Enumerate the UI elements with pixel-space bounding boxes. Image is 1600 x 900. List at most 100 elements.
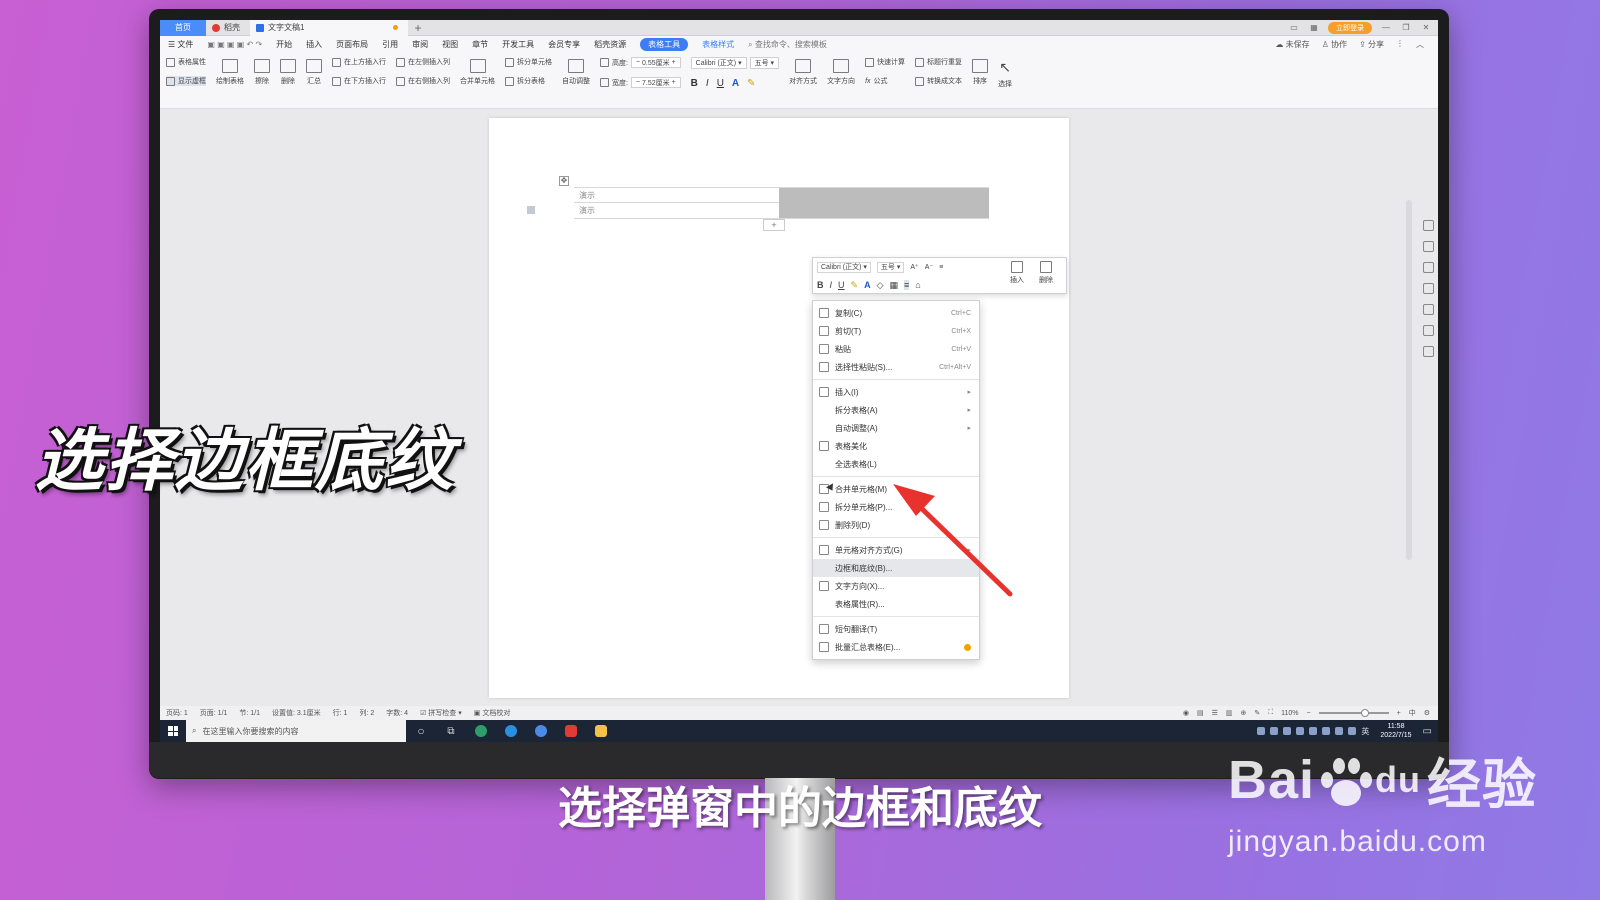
mini-highlight-button[interactable]: ✎ xyxy=(851,280,859,291)
mini-bold-button[interactable]: B xyxy=(817,280,824,290)
ctx-cell-align[interactable]: 单元格对齐方式(G) ▸ xyxy=(813,541,979,559)
taskbar-search-input[interactable]: ⌕ 在这里输入你要搜索的内容 xyxy=(186,720,406,742)
table-cell[interactable]: 演示 xyxy=(574,203,779,218)
ime-indicator[interactable]: 中 xyxy=(1409,708,1416,718)
menu-view[interactable]: 视图 xyxy=(442,39,458,50)
text-direction-button[interactable]: 文字方向 xyxy=(827,57,855,86)
font-color-button[interactable]: A xyxy=(732,78,739,89)
mini-border-icon[interactable]: ▦ xyxy=(889,280,898,291)
menu-file[interactable]: ☰ 文件 xyxy=(168,39,193,50)
table-move-handle-icon[interactable]: ✥ xyxy=(559,176,569,186)
show-gridlines-button[interactable]: 显示虚框 xyxy=(166,76,206,86)
insert-col-left-button[interactable]: 在左侧插入列 xyxy=(396,57,450,67)
mini-font-color-button[interactable]: A xyxy=(864,280,871,290)
ctx-delete-column[interactable]: 删除列(D) xyxy=(813,516,979,534)
mini-font-select[interactable]: Calibri (正文) ▾ xyxy=(817,261,871,273)
pointer-icon[interactable] xyxy=(1423,262,1434,273)
tray-app-icon[interactable] xyxy=(1309,727,1318,735)
ctx-autofit[interactable]: 自动调整(A) ▸ xyxy=(813,419,979,437)
zoom-slider[interactable] xyxy=(1318,709,1389,717)
merge-cells-button[interactable]: 合并单元格 xyxy=(460,57,495,86)
grow-font-icon[interactable]: A⁺ xyxy=(910,263,918,271)
mini-paint-icon[interactable]: ⌂ xyxy=(915,280,920,290)
mini-fill-icon[interactable]: ◇ xyxy=(877,280,884,291)
insert-col-right-button[interactable]: 在右侧插入列 xyxy=(396,76,450,86)
tab-home[interactable]: 首页 xyxy=(160,20,206,36)
collab-button[interactable]: ♙ 协作 xyxy=(1322,39,1347,50)
ctx-table-props[interactable]: 表格属性(R)... xyxy=(813,595,979,613)
mini-delete-button[interactable]: 删除 xyxy=(1039,261,1053,285)
draw-table-button[interactable]: 绘制表格 xyxy=(216,57,244,86)
more-icon[interactable]: ⋮ xyxy=(1396,39,1404,50)
proofread-button[interactable]: ▣ 文档校对 xyxy=(474,708,511,718)
shrink-font-icon[interactable]: A⁻ xyxy=(925,263,933,271)
tab-document[interactable]: 文字文稿1 xyxy=(250,20,408,36)
menu-references[interactable]: 引用 xyxy=(382,39,398,50)
help-icon[interactable] xyxy=(1423,304,1434,315)
settings-gear-icon[interactable]: ⚙ xyxy=(1424,709,1430,717)
ctx-split-table[interactable]: 拆分表格(A) ▸ xyxy=(813,401,979,419)
zoom-out-icon[interactable]: − xyxy=(1307,710,1311,717)
tray-volume-icon[interactable] xyxy=(1335,727,1344,735)
table-cell-selected[interactable] xyxy=(779,203,989,218)
font-size-select[interactable]: 五号 ▾ xyxy=(749,57,780,69)
layout-icon[interactable]: ▭ xyxy=(1288,23,1300,32)
menu-table-style[interactable]: 表格样式 xyxy=(702,39,734,50)
document-page[interactable]: ✥ 演示 演示 + xyxy=(489,118,1069,698)
wps-app-icon[interactable] xyxy=(556,725,586,737)
to-text-button[interactable]: 转换成文本 xyxy=(915,76,962,86)
table-cell[interactable]: 演示 xyxy=(574,188,779,203)
repeat-header-button[interactable]: 标题行重复 xyxy=(915,57,962,67)
ctx-merge-cells[interactable]: 合并单元格(M) xyxy=(813,480,979,498)
ctx-paste-special[interactable]: 选择性粘贴(S)... Ctrl+Alt+V xyxy=(813,358,979,376)
table-cell-selected[interactable] xyxy=(779,188,989,203)
ctx-batch-summary[interactable]: 批量汇总表格(E)... xyxy=(813,638,979,656)
ctx-split-cells[interactable]: 拆分单元格(P)... xyxy=(813,498,979,516)
highlight-button[interactable]: ✎ xyxy=(747,78,755,89)
unsaved-status[interactable]: ☁ 未保存 xyxy=(1275,39,1309,50)
cortana-icon[interactable]: ○ xyxy=(406,724,436,738)
location-icon[interactable] xyxy=(1423,346,1434,357)
eye-protect-icon[interactable]: ◉ xyxy=(1183,709,1189,717)
apps-grid-icon[interactable]: ▦ xyxy=(1308,23,1320,32)
ctx-text-direction[interactable]: 文字方向(X)... xyxy=(813,577,979,595)
ctx-paste[interactable]: 粘贴 Ctrl+V xyxy=(813,340,979,358)
zoom-slider-knob[interactable] xyxy=(1360,709,1369,717)
view-read-icon[interactable]: ▥ xyxy=(1226,709,1233,717)
sort-button[interactable]: 排序 xyxy=(972,57,989,86)
add-row-button[interactable]: + xyxy=(763,219,785,231)
table-props-button[interactable]: 表格属性 xyxy=(166,57,206,67)
quick-calc-button[interactable]: 快速计算 xyxy=(865,57,905,67)
quick-access-icons[interactable]: ▣ ▣ ▣ ▣ ↶ ↷ xyxy=(207,40,262,49)
align-button[interactable]: 对齐方式 xyxy=(789,57,817,86)
menu-insert[interactable]: 插入 xyxy=(306,39,322,50)
close-icon[interactable]: ✕ xyxy=(1420,23,1432,32)
spell-check-toggle[interactable]: ☑ 拼写检查 ▾ xyxy=(420,708,462,718)
mini-italic-button[interactable]: I xyxy=(830,280,833,290)
erase-button[interactable]: 擦除 xyxy=(254,57,270,86)
settings-sliders-icon[interactable] xyxy=(1423,283,1434,294)
tray-app-icon[interactable] xyxy=(1257,727,1266,735)
menu-member[interactable]: 会员专享 xyxy=(548,39,580,50)
underline-button[interactable]: U xyxy=(717,78,724,89)
autofit-button[interactable]: 自动调整 xyxy=(562,57,590,86)
insert-row-above-button[interactable]: 在上方插入行 xyxy=(332,57,386,67)
zoom-in-icon[interactable]: + xyxy=(1397,710,1401,717)
tab-daoke[interactable]: 稻壳 xyxy=(206,20,250,36)
insert-row-below-button[interactable]: 在下方插入行 xyxy=(332,76,386,86)
tray-language[interactable]: 英 xyxy=(1361,726,1369,737)
clock[interactable]: 11:58 2022/7/15 xyxy=(1380,722,1411,740)
ctx-beautify[interactable]: 表格美化 xyxy=(813,437,979,455)
mini-underline-button[interactable]: U xyxy=(838,280,845,290)
line-spacing-icon[interactable]: ≡ xyxy=(939,264,943,271)
ctx-select-all[interactable]: 全选表格(L) xyxy=(813,455,979,473)
menu-developer[interactable]: 开发工具 xyxy=(502,39,534,50)
tray-network-icon[interactable] xyxy=(1322,727,1331,735)
menu-daoke-resources[interactable]: 稻壳资源 xyxy=(594,39,626,50)
split-cells-button[interactable]: 拆分单元格 xyxy=(505,57,552,67)
font-name-select[interactable]: Calibri (正文) ▾ xyxy=(690,57,747,69)
share-button[interactable]: ⇪ 分享 xyxy=(1359,39,1384,50)
minimize-icon[interactable]: — xyxy=(1380,23,1392,32)
width-input[interactable]: − 7.52厘米 + xyxy=(630,77,681,88)
style-icon[interactable] xyxy=(1423,220,1434,231)
